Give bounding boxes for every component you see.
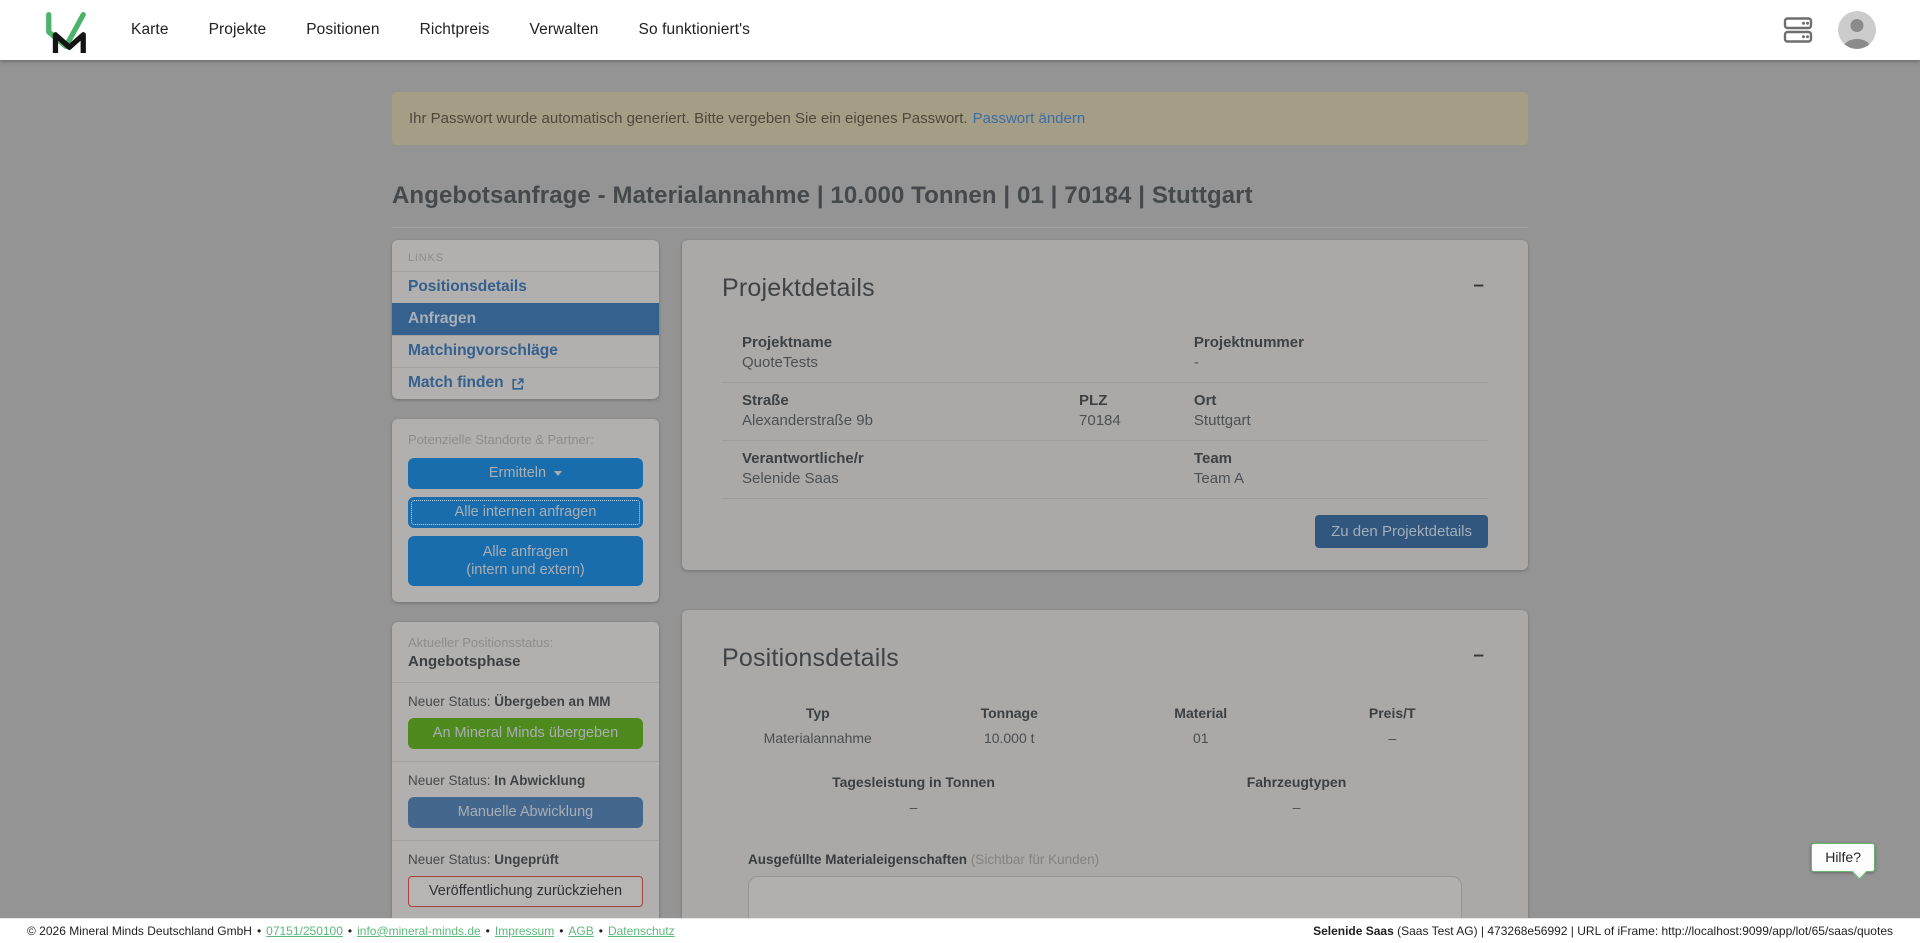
partner-card-label: Potenzielle Standorte & Partner:: [408, 432, 643, 447]
current-status-value: Angebotsphase: [408, 653, 643, 670]
alle-anfragen-button[interactable]: Alle anfragen (intern und extern): [408, 536, 643, 586]
banner-text: Ihr Passwort wurde automatisch generiert…: [409, 110, 968, 127]
links-card: LINKS Positionsdetails Anfragen Matching…: [392, 240, 659, 399]
position-fields-row2: Tagesleistung in Tonnen – Fahrzeugtypen …: [722, 774, 1488, 815]
projektdetails-title: Projektdetails: [722, 274, 875, 303]
position-fields-row1: Typ Materialannahme Tonnage 10.000 t Mat…: [722, 705, 1488, 746]
nav-so-funktionierts[interactable]: So funktioniert's: [639, 21, 751, 39]
alle-internen-anfragen-button[interactable]: Alle internen anfragen: [408, 497, 643, 528]
mineral-minds-logo[interactable]: [43, 7, 89, 53]
password-warning-banner: Ihr Passwort wurde automatisch generiert…: [392, 92, 1528, 145]
impressum-link[interactable]: Impressum: [495, 924, 554, 938]
status-line-abwicklung: Neuer Status: In Abwicklung: [408, 773, 643, 788]
veroeffentlichung-zurueckziehen-button[interactable]: Veröffentlichung zurückziehen: [408, 876, 643, 907]
positionsdetails-panel: Positionsdetails – Typ Materialannahme T…: [682, 610, 1528, 918]
nav-verwalten[interactable]: Verwalten: [530, 21, 599, 39]
material-properties-label: Ausgefüllte Materialeigenschaften: [748, 852, 967, 867]
phone-link[interactable]: 07151/250100: [266, 924, 343, 938]
sidebar-item-matchingvorschlaege[interactable]: Matchingvorschläge: [392, 335, 659, 367]
material-properties-hint: (Sichtbar für Kunden): [967, 852, 1099, 867]
sidebar: LINKS Positionsdetails Anfragen Matching…: [392, 240, 659, 918]
material-properties-textarea[interactable]: [748, 876, 1462, 918]
positionsdetails-title: Positionsdetails: [722, 644, 899, 673]
external-link-icon: [511, 377, 525, 391]
partner-card: Potenzielle Standorte & Partner: Ermitte…: [392, 419, 659, 602]
current-status-label: Aktueller Positionsstatus:: [408, 635, 643, 650]
sidebar-item-anfragen[interactable]: Anfragen: [392, 303, 659, 335]
help-button[interactable]: Hilfe?: [1811, 843, 1875, 872]
nav-projekte[interactable]: Projekte: [209, 21, 267, 39]
app-header: Karte Projekte Positionen Richtpreis Ver…: [0, 0, 1920, 60]
change-password-link[interactable]: Passwort ändern: [973, 110, 1086, 127]
user-avatar-icon[interactable]: [1838, 11, 1876, 49]
agb-link[interactable]: AGB: [568, 924, 593, 938]
main-column: Projektdetails – Projektname QuoteTests …: [682, 240, 1528, 918]
title-divider: [392, 227, 1528, 228]
copyright-text: © 2026 Mineral Minds Deutschland GmbH: [27, 924, 252, 938]
table-row: Projektname QuoteTests Projektnummer -: [722, 325, 1488, 383]
collapse-projektdetails-button[interactable]: –: [1469, 274, 1488, 297]
nav-karte[interactable]: Karte: [131, 21, 169, 39]
table-row: Straße Alexanderstraße 9b PLZ 70184 Ort …: [722, 383, 1488, 441]
chevron-down-icon: [554, 471, 562, 476]
an-mineral-minds-uebergeben-button[interactable]: An Mineral Minds übergeben: [408, 718, 643, 749]
collapse-positionsdetails-button[interactable]: –: [1469, 644, 1488, 667]
logo-icon: [43, 7, 89, 53]
main-nav: Karte Projekte Positionen Richtpreis Ver…: [131, 21, 750, 39]
ermitteln-button[interactable]: Ermitteln: [408, 458, 643, 489]
header-actions: [1782, 11, 1876, 49]
material-properties-section: Ausgefüllte Materialeigenschaften (Sicht…: [748, 851, 1462, 918]
content-area: Ihr Passwort wurde automatisch generiert…: [0, 60, 1920, 918]
manuelle-abwicklung-button[interactable]: Manuelle Abwicklung: [408, 797, 643, 828]
sidebar-item-match-finden[interactable]: Match finden: [392, 367, 659, 399]
page-title: Angebotsanfrage - Materialannahme | 10.0…: [392, 182, 1528, 210]
table-row: Verantwortliche/r Selenide Saas Team Tea…: [722, 441, 1488, 499]
status-line-ungeprueft: Neuer Status: Ungeprüft: [408, 852, 643, 867]
footer-user-info: Selenide Saas (Saas Test AG) | 473268e56…: [1313, 924, 1893, 938]
footer-left: © 2026 Mineral Minds Deutschland GmbH • …: [27, 924, 675, 938]
status-card: Aktueller Positionsstatus: Angebotsphase…: [392, 622, 659, 918]
sidebar-item-positionsdetails[interactable]: Positionsdetails: [392, 271, 659, 303]
server-icon[interactable]: [1782, 15, 1814, 45]
email-link[interactable]: info@mineral-minds.de: [357, 924, 481, 938]
links-card-header: LINKS: [392, 240, 659, 271]
projektdetails-panel: Projektdetails – Projektname QuoteTests …: [682, 240, 1528, 570]
project-detail-rows: Projektname QuoteTests Projektnummer - S…: [722, 325, 1488, 499]
nav-richtpreis[interactable]: Richtpreis: [420, 21, 490, 39]
status-line-uebergeben: Neuer Status: Übergeben an MM: [408, 694, 643, 709]
zu-den-projektdetails-button[interactable]: Zu den Projektdetails: [1315, 515, 1488, 548]
app-footer: © 2026 Mineral Minds Deutschland GmbH • …: [0, 918, 1920, 943]
datenschutz-link[interactable]: Datenschutz: [608, 924, 675, 938]
nav-positionen[interactable]: Positionen: [306, 21, 379, 39]
